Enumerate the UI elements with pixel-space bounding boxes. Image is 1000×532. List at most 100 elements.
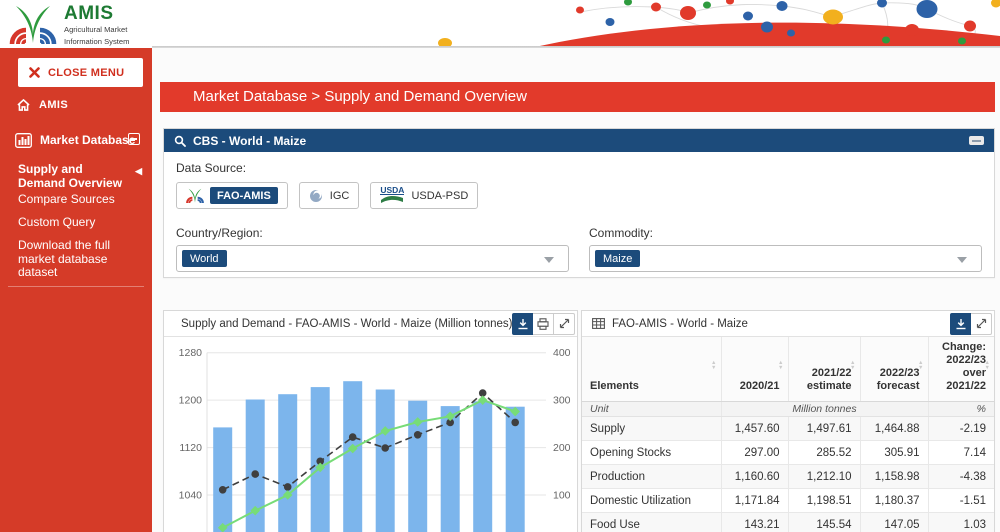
value-cell: 297.00 (721, 441, 788, 465)
value-cell: 147.05 (860, 513, 928, 532)
svg-text:1200: 1200 (179, 395, 203, 407)
element-cell: Production (582, 465, 721, 489)
country-region-select[interactable]: World (176, 245, 569, 272)
value-cell: 285.52 (788, 441, 860, 465)
unit-pct: % (928, 402, 994, 417)
value-cell: 1,180.37 (860, 489, 928, 513)
svg-text:1040: 1040 (179, 490, 203, 502)
sort-icon[interactable]: ▲▼ (711, 361, 716, 370)
amis-app: AMIS Agricultural Market Information Sys… (0, 0, 1000, 532)
table-download-button[interactable] (950, 313, 971, 335)
country-region-label: Country/Region: (176, 226, 589, 240)
sidebar-item-amis[interactable]: AMIS (0, 94, 152, 116)
brand-tagline-2: Information System (64, 38, 129, 47)
close-menu-button[interactable]: CLOSE MENU (18, 58, 143, 87)
table-expand-button[interactable] (971, 313, 992, 335)
sidebar-item-custom-query[interactable]: Custom Query (0, 216, 152, 230)
collapse-section-icon[interactable] (128, 133, 140, 145)
sidebar-item-label: Supply and Demand Overview (18, 162, 128, 190)
sidebar-item-download-dataset[interactable]: Download the full market database datase… (0, 239, 152, 280)
sidebar-divider (8, 286, 144, 287)
expand-icon (559, 318, 570, 329)
dropdown-arrow-icon (544, 257, 554, 263)
cbs-panel-title: CBS - World - Maize (193, 134, 306, 148)
value-cell: 145.54 (788, 513, 860, 532)
value-cell: 7.14 (928, 441, 994, 465)
sidebar-item-compare-sources[interactable]: Compare Sources (0, 193, 152, 207)
value-cell: 1,212.10 (788, 465, 860, 489)
supply-demand-chart-panel: Supply and Demand - FAO-AMIS - World - M… (163, 310, 578, 532)
home-icon (17, 99, 30, 111)
sidebar-item-market-database[interactable]: Market Database (0, 128, 152, 152)
value-cell: 1,464.88 (860, 417, 928, 441)
supply-demand-table: ▲▼Elements▲▼2020/21▲▼2021/22 estimate▲▼2… (582, 337, 994, 532)
sort-icon[interactable]: ▲▼ (918, 361, 923, 370)
element-cell: Supply (582, 417, 721, 441)
selected-commodity-badge: Maize (595, 250, 640, 267)
table-row: Production1,160.601,212.101,158.98-4.38 (582, 465, 994, 489)
search-icon (174, 135, 186, 147)
table-row: Domestic Utilization1,171.841,198.511,18… (582, 489, 994, 513)
commodity-label: Commodity: (589, 226, 982, 240)
sidebar-item-label: Market Database (40, 133, 135, 147)
value-cell: 1,160.60 (721, 465, 788, 489)
sidebar-item-supply-demand-overview[interactable]: Supply and Demand Overview ◀ (0, 162, 152, 190)
collapse-panel-button[interactable] (969, 136, 984, 145)
value-cell: -4.38 (928, 465, 994, 489)
unit-tonnes: Million tonnes (721, 402, 928, 417)
svg-text:1280: 1280 (179, 347, 203, 359)
download-icon (517, 318, 529, 330)
table-grid-icon (592, 318, 605, 329)
sidebar: CLOSE MENU AMIS Market Database Supply a… (0, 48, 152, 532)
sidebar-item-label: AMIS (39, 99, 68, 111)
source-label-selected: FAO-AMIS (210, 187, 278, 204)
svg-text:400: 400 (553, 347, 571, 359)
source-button-usda-psd[interactable]: USDA USDA-PSD (370, 182, 478, 209)
value-cell: 1,457.60 (721, 417, 788, 441)
commodity-select[interactable]: Maize (589, 245, 982, 272)
source-label: USDA-PSD (411, 190, 468, 202)
igc-logo-icon (309, 189, 323, 203)
value-cell: -2.19 (928, 417, 994, 441)
column-header[interactable]: ▲▼2022/23 forecast (860, 337, 928, 402)
usda-logo-icon: USDA (380, 187, 404, 204)
svg-text:200: 200 (553, 442, 571, 454)
supply-demand-chart: 1040 1120 1200 1280 100 200 300 400 (164, 337, 577, 532)
sort-icon[interactable]: ▲▼ (985, 361, 990, 370)
sort-icon[interactable]: ▲▼ (850, 361, 855, 370)
brand-tagline-1: Agricultural Market (64, 26, 129, 35)
table-panel-title: FAO-AMIS - World - Maize (612, 318, 748, 330)
sidebar-item-label: Download the full market database datase… (18, 239, 138, 280)
source-label: IGC (330, 190, 350, 202)
column-header[interactable]: ▲▼2021/22 estimate (788, 337, 860, 402)
table-panel-header: FAO-AMIS - World - Maize (582, 311, 994, 337)
breadcrumb: Market Database > Supply and Demand Over… (160, 82, 995, 112)
source-button-fao-amis[interactable]: FAO-AMIS (176, 182, 288, 209)
amis-logo[interactable]: AMIS Agricultural Market Information Sys… (8, 2, 129, 46)
chart-panel-title: Supply and Demand - FAO-AMIS - World - M… (181, 318, 512, 330)
chart-download-button[interactable] (512, 313, 533, 335)
value-cell: 1,171.84 (721, 489, 788, 513)
close-icon (29, 67, 40, 78)
chart-expand-button[interactable] (554, 313, 575, 335)
chart-print-button[interactable] (533, 313, 554, 335)
unit-row: UnitMillion tonnes% (582, 402, 994, 417)
value-cell: 1,198.51 (788, 489, 860, 513)
column-header[interactable]: ▲▼Elements (582, 337, 721, 402)
svg-text:300: 300 (553, 395, 571, 407)
column-header[interactable]: ▲▼Change: 2022/23 over 2021/22 (928, 337, 994, 402)
download-icon (955, 318, 967, 330)
table-row: Food Use143.21145.54147.051.03 (582, 513, 994, 532)
value-cell: 305.91 (860, 441, 928, 465)
source-button-igc[interactable]: IGC (299, 182, 360, 209)
svg-text:1120: 1120 (179, 442, 202, 454)
column-header[interactable]: ▲▼2020/21 (721, 337, 788, 402)
element-cell: Food Use (582, 513, 721, 532)
amis-logo-icon (8, 2, 58, 46)
element-cell: Domestic Utilization (582, 489, 721, 513)
sort-icon[interactable]: ▲▼ (778, 361, 783, 370)
table-row: Supply1,457.601,497.611,464.88-2.19 (582, 417, 994, 441)
svg-text:100: 100 (553, 490, 571, 502)
value-cell: 143.21 (721, 513, 788, 532)
value-cell: 1,158.98 (860, 465, 928, 489)
